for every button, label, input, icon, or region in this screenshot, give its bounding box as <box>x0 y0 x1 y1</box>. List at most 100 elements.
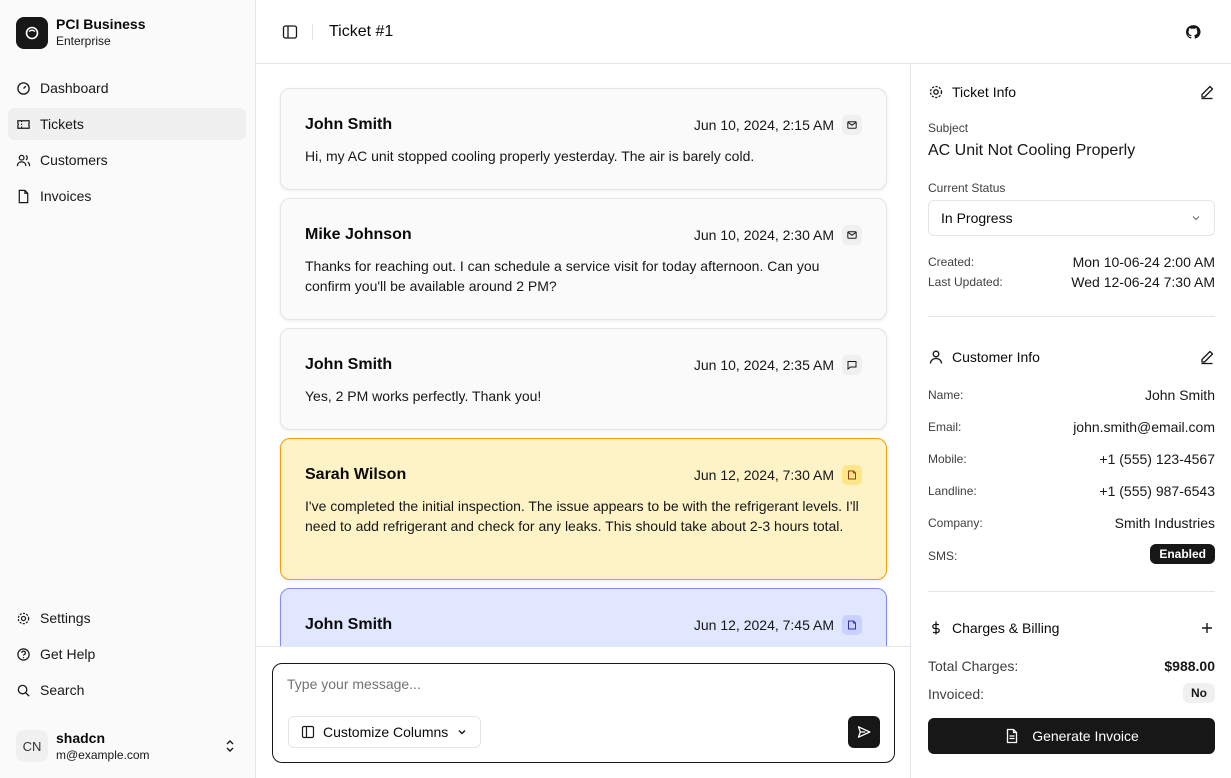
message-author: John Smith <box>305 616 393 633</box>
gear-icon <box>17 612 30 624</box>
edit-icon[interactable] <box>1199 349 1215 365</box>
user-email: m@example.com <box>56 747 150 762</box>
ticket-icon <box>17 119 30 129</box>
search-icon <box>17 684 30 697</box>
send-button[interactable] <box>848 716 880 748</box>
nav-label: Invoices <box>40 188 92 204</box>
nav-item-settings[interactable]: Settings <box>8 602 246 634</box>
message-thread[interactable]: John Smith Jun 10, 2024, 2:15 AM Hi, my … <box>256 64 911 646</box>
created-label: Created: <box>928 255 975 269</box>
mail-icon <box>842 225 862 245</box>
message-time: Jun 10, 2024, 2:35 AM <box>693 357 834 373</box>
details-panel: Ticket Info Subject AC Unit Not Cooling … <box>912 64 1231 778</box>
customer-field-label: Landline: <box>928 484 977 498</box>
status-value: In Progress <box>941 210 1013 226</box>
message-card: Mike Johnson Jun 10, 2024, 2:30 AM Thank… <box>280 198 887 320</box>
user-name: shadcn <box>56 729 106 746</box>
section-divider <box>928 591 1215 592</box>
created-value: Mon 10-06-24 2:00 AM <box>1072 254 1215 270</box>
sidebar: PCI Business Enterprise Dashboard Ticket… <box>0 0 256 778</box>
edit-icon[interactable] <box>1199 84 1215 100</box>
sms-status-badge: Enabled <box>1150 544 1215 564</box>
section-divider <box>928 316 1215 317</box>
ticket-info-header: Ticket Info <box>928 80 1215 104</box>
sms-badge-wrap: Enabled <box>1150 544 1215 564</box>
file-icon <box>18 189 29 203</box>
brand-plan: Enterprise <box>56 34 111 48</box>
invoiced-badge: No <box>1183 683 1215 703</box>
generate-invoice-label: Generate Invoice <box>1032 728 1139 744</box>
message-card: John Smith Jun 10, 2024, 2:15 AM Hi, my … <box>280 88 887 190</box>
subject-label: Subject <box>928 121 969 135</box>
chat-icon <box>842 355 862 375</box>
message-card: John Smith Jun 10, 2024, 2:35 AM Yes, 2 … <box>280 328 887 430</box>
github-icon[interactable] <box>1185 24 1201 40</box>
customer-info-header: Customer Info <box>928 345 1215 369</box>
user-menu[interactable]: CN shadcn m@example.com <box>8 722 246 770</box>
user-icon <box>929 350 943 364</box>
nav-item-search[interactable]: Search <box>8 674 246 706</box>
help-icon <box>17 647 30 661</box>
customer-name-value: John Smith <box>1144 387 1215 403</box>
brand-logo-icon <box>16 16 48 49</box>
sms-label: SMS: <box>928 549 958 563</box>
message-time: Jun 12, 2024, 7:30 AM <box>693 467 834 483</box>
customer-company-value: Smith Industries <box>1114 515 1215 531</box>
nav-item-dashboard[interactable]: Dashboard <box>8 72 246 104</box>
customer-mobile-value: +1 (555) 123-4567 <box>1099 451 1215 467</box>
secondary-nav: Settings Get Help Search <box>8 602 246 710</box>
plus-icon[interactable] <box>1199 620 1215 636</box>
sidebar-toggle-icon[interactable] <box>282 24 298 40</box>
message-author: Sarah Wilson <box>305 466 407 483</box>
nav-label: Dashboard <box>40 80 109 96</box>
file-text-icon <box>1007 728 1018 744</box>
customer-landline-value: +1 (555) 987-6543 <box>1099 483 1215 499</box>
customer-field-label: Mobile: <box>928 452 967 466</box>
invoiced-badge-wrap: No <box>1183 683 1215 703</box>
message-time: Jun 10, 2024, 2:15 AM <box>693 117 834 133</box>
nav-item-invoices[interactable]: Invoices <box>8 180 246 212</box>
nav-label: Customers <box>40 152 108 168</box>
gauge-icon <box>17 81 30 95</box>
nav-item-customers[interactable]: Customers <box>8 144 246 176</box>
message-text: Thanks for reaching out. I can schedule … <box>305 258 820 294</box>
mail-icon <box>842 115 862 135</box>
nav-item-get-help[interactable]: Get Help <box>8 638 246 670</box>
message-card-internal-note: Sarah Wilson Jun 12, 2024, 7:30 AM I've … <box>280 438 887 580</box>
message-author: John Smith <box>305 356 393 373</box>
avatar: CN <box>16 730 48 762</box>
nav-label: Search <box>40 682 85 698</box>
note-icon <box>842 615 862 635</box>
billing-header: Charges & Billing <box>928 616 1215 640</box>
page-header: Ticket #1 <box>256 0 1231 64</box>
note-icon <box>842 465 862 485</box>
ticket-info-title: Ticket Info <box>952 84 1017 100</box>
nav-label: Settings <box>40 610 91 626</box>
customize-columns-button[interactable]: Customize Columns <box>288 716 482 748</box>
generate-invoice-button[interactable]: Generate Invoice <box>928 718 1215 754</box>
gear-icon <box>929 85 943 99</box>
customer-info-title: Customer Info <box>952 349 1040 365</box>
composer-area: Customize Columns <box>256 646 911 778</box>
composer: Customize Columns <box>272 663 895 763</box>
chevrons-up-down-icon <box>226 740 234 752</box>
send-icon <box>857 726 871 738</box>
brand[interactable]: PCI Business Enterprise <box>16 16 145 49</box>
status-label: Current Status <box>928 181 1006 195</box>
users-icon <box>16 154 31 166</box>
nav-item-tickets[interactable]: Tickets <box>8 108 246 140</box>
message-input[interactable] <box>287 676 877 692</box>
total-charges-label: Total Charges: <box>928 658 1019 674</box>
message-card-internal-note: John Smith Jun 12, 2024, 7:45 AM <box>280 588 887 646</box>
nav-label: Tickets <box>40 116 84 132</box>
status-select[interactable]: In Progress <box>928 200 1215 236</box>
chevron-down-icon <box>1192 216 1200 221</box>
header-divider <box>312 23 313 40</box>
page-title: Ticket #1 <box>329 22 394 40</box>
invoiced-label: Invoiced: <box>928 686 985 702</box>
total-charges-value: $988.00 <box>1164 658 1215 674</box>
customer-email-value: john.smith@email.com <box>1073 419 1215 435</box>
customer-field-label: Email: <box>928 420 962 434</box>
customer-field-label: Name: <box>928 388 964 402</box>
message-text: I've completed the initial inspection. T… <box>305 498 859 534</box>
